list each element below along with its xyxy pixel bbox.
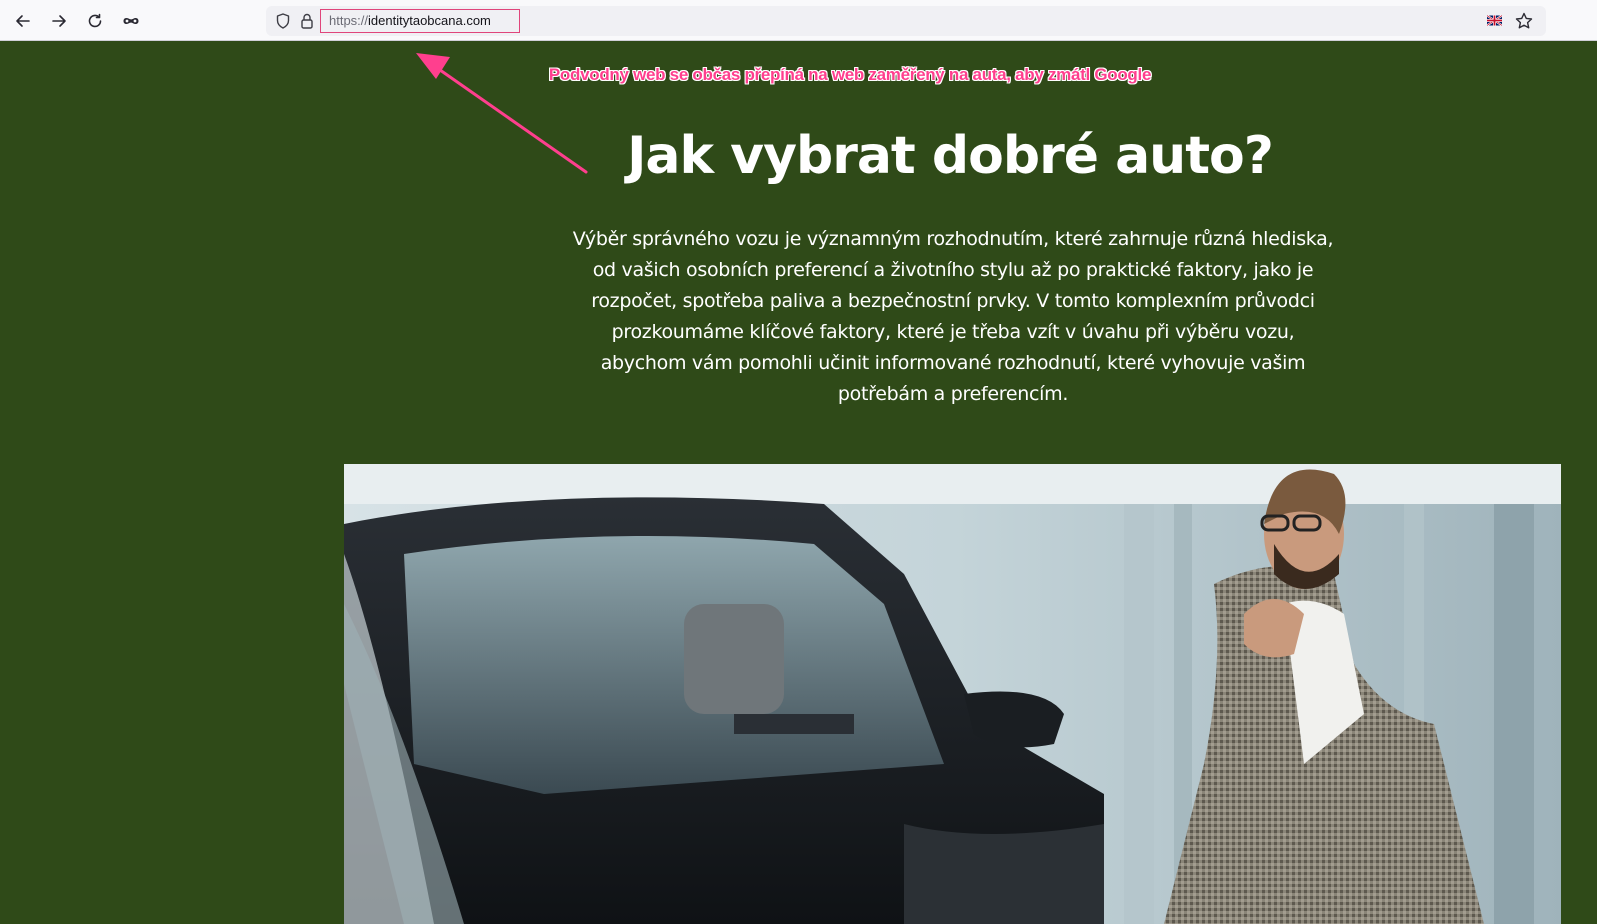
reload-button[interactable]: [82, 8, 108, 34]
private-browsing-button[interactable]: [118, 8, 144, 34]
url-field[interactable]: https://identitytaobcana.com: [320, 9, 520, 33]
mask-icon: [123, 18, 139, 24]
lock-icon[interactable]: [298, 12, 316, 30]
address-bar[interactable]: https://identitytaobcana.com: [266, 6, 1546, 36]
arrow-left-icon: [16, 15, 30, 27]
page-title: Jak vybrat dobré auto?: [627, 126, 1274, 186]
hero-image: [344, 464, 1561, 924]
uk-flag-icon[interactable]: [1487, 15, 1502, 26]
browser-toolbar: https://identitytaobcana.com: [0, 0, 1597, 41]
forward-button[interactable]: [46, 8, 72, 34]
annotation-caption: Podvodný web se občas přepíná na web zam…: [548, 65, 1152, 84]
reload-icon: [88, 13, 102, 28]
url-host: identitytaobcana.com: [368, 13, 491, 28]
star-icon[interactable]: [1514, 11, 1534, 31]
arrow-right-icon: [52, 15, 66, 27]
web-page: Podvodný web se občas přepíná na web zam…: [0, 41, 1597, 924]
intro-paragraph: Výběr správného vozu je významným rozhod…: [572, 228, 1334, 405]
back-button[interactable]: [10, 8, 36, 34]
shield-icon[interactable]: [274, 12, 292, 30]
car-showroom-photo: [344, 464, 1561, 924]
url-scheme: https://: [329, 13, 369, 28]
